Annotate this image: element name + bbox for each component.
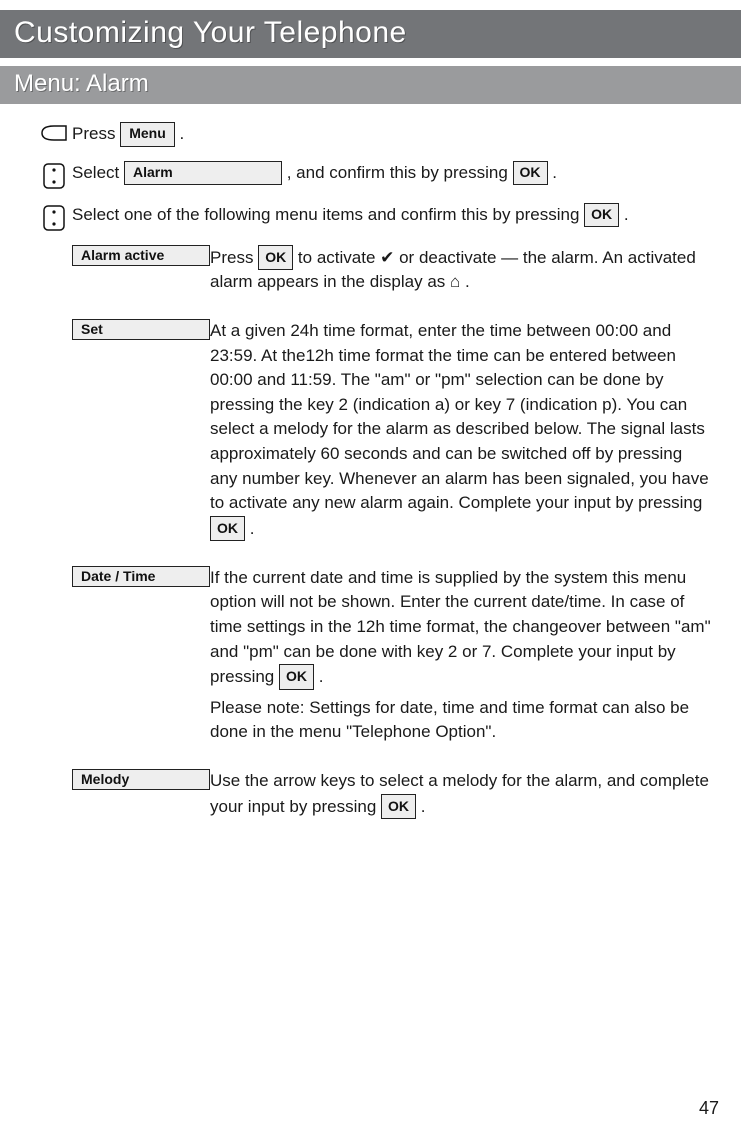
nav-updown-icon	[36, 161, 72, 189]
text: .	[624, 205, 629, 224]
date-time-button: Date / Time	[72, 566, 210, 587]
section-heading: Menu: Alarm	[0, 66, 741, 104]
item-alarm-active: Alarm active Press OK to activate ✔ or d…	[72, 245, 713, 301]
step-select-item: Select one of the following menu items a…	[36, 203, 713, 231]
ok-button: OK	[381, 794, 416, 819]
text: .	[319, 667, 324, 686]
ok-button: OK	[279, 664, 314, 689]
ok-button: OK	[584, 203, 619, 228]
text: Select one of the following menu items a…	[72, 205, 584, 224]
text: Press	[210, 248, 258, 267]
text: At a given 24h time format, enter the ti…	[210, 321, 709, 512]
ok-button: OK	[258, 245, 293, 270]
text: , and confirm this by pressing	[287, 163, 513, 182]
ok-button: OK	[513, 161, 548, 186]
alarm-option-button: Alarm	[124, 161, 282, 186]
text: .	[179, 124, 184, 143]
alarm-icon: ⌂	[450, 272, 460, 291]
set-button: Set	[72, 319, 210, 340]
text: Use the arrow keys to select a melody fo…	[210, 771, 709, 816]
item-set: Set At a given 24h time format, enter th…	[72, 319, 713, 548]
softkey-icon	[36, 122, 72, 142]
menu-button: Menu	[120, 122, 175, 147]
text: Press	[72, 124, 120, 143]
ok-button: OK	[210, 516, 245, 541]
page-number: 47	[699, 1098, 719, 1119]
step-select-alarm: Select Alarm , and confirm this by press…	[36, 161, 713, 189]
nav-updown-icon	[36, 203, 72, 231]
text: .	[250, 519, 255, 538]
note-text: Please note: Settings for date, time and…	[210, 696, 713, 745]
melody-button: Melody	[72, 769, 210, 790]
page-title: Customizing Your Telephone	[0, 10, 741, 58]
step-press-menu: Press Menu .	[36, 122, 713, 147]
page: Customizing Your Telephone Menu: Alarm P…	[0, 0, 741, 1133]
text: .	[421, 797, 426, 816]
menu-items-list: Alarm active Press OK to activate ✔ or d…	[72, 245, 713, 826]
text: .	[465, 272, 470, 291]
item-melody: Melody Use the arrow keys to select a me…	[72, 769, 713, 825]
text: Select	[72, 163, 124, 182]
text: .	[552, 163, 557, 182]
alarm-active-button: Alarm active	[72, 245, 210, 266]
item-date-time: Date / Time If the current date and time…	[72, 566, 713, 751]
